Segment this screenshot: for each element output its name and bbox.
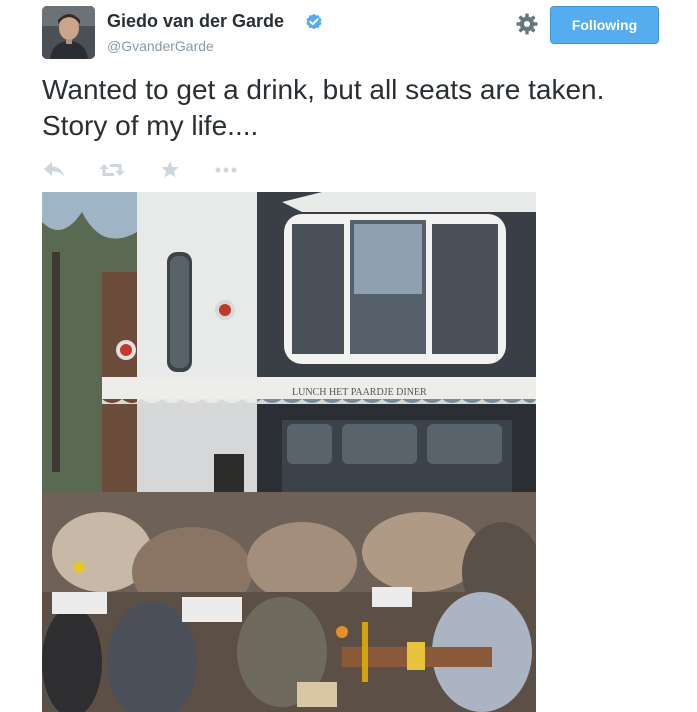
avatar-image xyxy=(42,6,95,59)
retweet-icon[interactable] xyxy=(99,159,125,181)
cafe-terrace-photo: LUNCH HET PAARDJE DINER xyxy=(42,192,536,712)
tweet-card: Giedo van der Garde @GvanderGarde Follow… xyxy=(0,0,697,712)
verified-badge-icon xyxy=(306,13,322,30)
cafe-sign-text: LUNCH HET PAARDJE DINER xyxy=(292,387,427,398)
gear-icon[interactable] xyxy=(515,12,539,36)
reply-icon[interactable] xyxy=(42,159,66,181)
more-dots-icon[interactable] xyxy=(214,159,238,181)
author-handle[interactable]: @GvanderGarde xyxy=(107,38,214,54)
favorite-star-icon[interactable] xyxy=(160,159,180,181)
following-button[interactable]: Following xyxy=(550,6,659,44)
tweet-actions xyxy=(42,159,262,181)
avatar[interactable] xyxy=(42,6,95,59)
tweet-text: Wanted to get a drink, but all seats are… xyxy=(42,74,605,141)
tweet-photo[interactable]: LUNCH HET PAARDJE DINER xyxy=(42,192,536,712)
author-name[interactable]: Giedo van der Garde xyxy=(107,11,284,32)
